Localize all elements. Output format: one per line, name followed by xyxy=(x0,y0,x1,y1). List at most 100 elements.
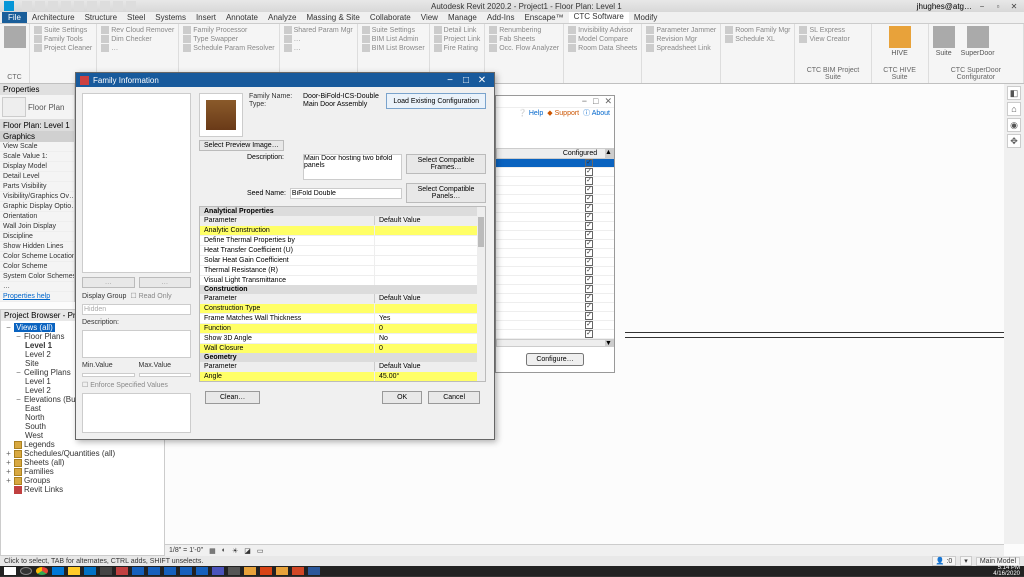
app6-icon[interactable] xyxy=(228,567,240,575)
tree-legends[interactable]: Legends xyxy=(5,440,160,449)
app9-icon[interactable] xyxy=(276,567,288,575)
enforce-list[interactable] xyxy=(82,393,191,433)
tree-groups[interactable]: +Groups xyxy=(5,476,160,485)
quick-access[interactable] xyxy=(22,1,136,11)
ribbon-bim-browser[interactable]: BIM List Browser xyxy=(362,44,425,52)
scale-display[interactable]: 1/8" = 1'-0" xyxy=(169,547,203,554)
ribbon-shared-param[interactable]: Shared Param Mgr xyxy=(284,26,353,34)
clean-button[interactable]: Clean… xyxy=(205,391,260,404)
nav-cube-icon[interactable]: ◧ xyxy=(1007,86,1021,100)
minimize-icon[interactable]: − xyxy=(976,1,988,11)
tab-systems[interactable]: Systems xyxy=(150,12,191,23)
conf-row[interactable]: ✓ xyxy=(496,231,614,240)
property-row[interactable]: Show Hidden Lines xyxy=(0,242,74,252)
property-row[interactable]: Visibility/Graphics Ov… xyxy=(0,192,74,202)
outlook-icon[interactable] xyxy=(84,567,96,575)
ok-button[interactable]: OK xyxy=(382,391,422,404)
col-param2[interactable]: Parameter xyxy=(200,294,375,303)
select-panels-button[interactable]: Select Compatible Panels… xyxy=(406,183,486,203)
tree-families[interactable]: +Families xyxy=(5,467,160,476)
left-btn1[interactable]: … xyxy=(82,277,135,288)
tab-addins[interactable]: Add-Ins xyxy=(482,12,520,23)
ribbon-fire-rating[interactable]: Fire Rating xyxy=(434,44,481,52)
suite-button[interactable]: Suite xyxy=(933,26,955,57)
grid-row[interactable]: Analytic Construction xyxy=(200,225,485,235)
ribbon-fam-proc[interactable]: Family Processor xyxy=(183,26,274,34)
conf-row[interactable]: ✓ xyxy=(496,258,614,267)
conf-max-icon[interactable]: □ xyxy=(593,96,598,107)
grid-scrollbar[interactable] xyxy=(477,207,485,381)
ribbon-room-data[interactable]: Room Data Sheets xyxy=(568,44,637,52)
conf-row[interactable]: ✓ xyxy=(496,204,614,213)
ribbon-suite-settings[interactable]: Suite Settings xyxy=(34,26,92,34)
ribbon-family-tools[interactable]: Family Tools xyxy=(34,35,92,43)
conf-min-icon[interactable]: − xyxy=(582,96,587,107)
revit5-icon[interactable] xyxy=(196,567,208,575)
col-default3[interactable]: Default Value xyxy=(375,362,485,371)
ribbon-occ-flow[interactable]: Occ. Flow Analyzer xyxy=(489,44,559,52)
app8-icon[interactable] xyxy=(260,567,272,575)
conf-row[interactable]: ✓ xyxy=(496,177,614,186)
property-row[interactable]: View Scale xyxy=(0,142,74,152)
conf-row[interactable]: ✓ xyxy=(496,312,614,321)
sel-count[interactable]: 👤 :0 xyxy=(932,556,957,566)
ribbon-project-link[interactable]: Project Link xyxy=(434,35,481,43)
grid-row[interactable]: Angle45.00° xyxy=(200,371,485,381)
ppt-icon[interactable] xyxy=(292,567,304,575)
conf-help[interactable]: ❔ Help xyxy=(518,109,543,117)
ribbon-room-fam[interactable]: Room Family Mgr xyxy=(725,26,790,34)
conf-row[interactable]: ✓ xyxy=(496,276,614,285)
visual-style-icon[interactable]: ◐ xyxy=(222,547,226,554)
property-row[interactable]: Color Scheme Location xyxy=(0,252,74,262)
tab-manage[interactable]: Manage xyxy=(443,12,482,23)
conf-row[interactable]: ✓ xyxy=(496,222,614,231)
seed-input[interactable] xyxy=(290,188,402,199)
property-row[interactable]: Orientation xyxy=(0,212,74,222)
grid-row[interactable]: Heat Transfer Coefficient (U) xyxy=(200,245,485,255)
ribbon-view-creator[interactable]: View Creator xyxy=(799,35,866,43)
property-row[interactable]: Detail Level xyxy=(0,172,74,182)
ribbon-param-jammer[interactable]: Parameter Jammer xyxy=(646,26,716,34)
dialog-min-icon[interactable]: − xyxy=(442,75,458,86)
conf-row[interactable]: ✓ xyxy=(496,159,614,168)
property-row[interactable]: Discipline xyxy=(0,232,74,242)
conf-row[interactable]: ✓ xyxy=(496,195,614,204)
col-default[interactable]: Default Value xyxy=(375,216,485,225)
conf-close-icon[interactable]: ✕ xyxy=(604,96,612,107)
max-input[interactable] xyxy=(139,373,192,377)
ribbon-type-swap[interactable]: Type Swapper xyxy=(183,35,274,43)
grid-row[interactable]: Thermal Resistance (R) xyxy=(200,265,485,275)
conf-row[interactable]: ✓ xyxy=(496,330,614,339)
ribbon-rev-mgr[interactable]: Revision Mgr xyxy=(646,35,716,43)
ribbon-more1[interactable]: … xyxy=(101,44,174,52)
file-tab[interactable]: File xyxy=(2,12,27,23)
grid-row[interactable]: Construction Type xyxy=(200,303,485,313)
ribbon-bim-admin[interactable]: BIM List Admin xyxy=(362,35,425,43)
grid-row[interactable]: Frame Matches Wall ThicknessYes xyxy=(200,313,485,323)
grid-row[interactable]: Function0 xyxy=(200,323,485,333)
col-param3[interactable]: Parameter xyxy=(200,362,375,371)
filter-icon[interactable]: ▾ xyxy=(960,556,972,566)
tab-modify[interactable]: Modify xyxy=(629,12,663,23)
property-row[interactable]: Color Scheme xyxy=(0,262,74,272)
conf-row[interactable]: ✓ xyxy=(496,294,614,303)
conf-row[interactable]: ✓ xyxy=(496,168,614,177)
properties-help-link[interactable]: Properties help xyxy=(0,292,74,302)
start-icon[interactable] xyxy=(4,567,16,575)
ribbon-sched-xl[interactable]: Schedule XL xyxy=(725,35,790,43)
property-row[interactable]: … xyxy=(0,282,74,292)
conf-row[interactable]: ✓ xyxy=(496,285,614,294)
grid-row[interactable]: Define Thermal Properties by xyxy=(200,235,485,245)
property-row[interactable]: Parts Visibility xyxy=(0,182,74,192)
teams-icon[interactable] xyxy=(212,567,224,575)
conf-row[interactable]: ✓ xyxy=(496,249,614,258)
tree-links[interactable]: Revit Links xyxy=(5,485,160,494)
tab-annotate[interactable]: Annotate xyxy=(221,12,263,23)
revit2-icon[interactable] xyxy=(148,567,160,575)
grid-row[interactable]: Show 3D AngleNo xyxy=(200,333,485,343)
type-selector[interactable]: Floor Plan xyxy=(0,95,74,120)
tree-sched[interactable]: +Schedules/Quantities (all) xyxy=(5,449,160,458)
ribbon-ss-link[interactable]: Spreadsheet Link xyxy=(646,44,716,52)
select-preview-button[interactable]: Select Preview Image… xyxy=(199,140,284,151)
configure-button[interactable]: Configure… xyxy=(526,353,583,366)
